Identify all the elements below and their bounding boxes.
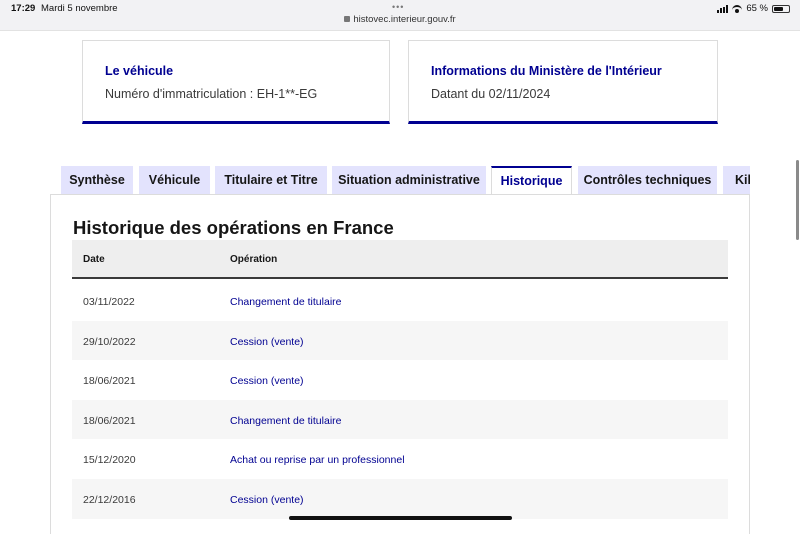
tab-synthese[interactable]: Synthèse xyxy=(61,166,133,195)
data-date: Datant du 02/11/2024 xyxy=(431,87,551,101)
row-operation-link[interactable]: Changement de titulaire xyxy=(230,296,342,308)
tab-situation-administrative[interactable]: Situation administrative xyxy=(332,166,486,195)
lock-icon xyxy=(344,16,351,22)
vehicle-card: Le véhicule Numéro d'immatriculation : E… xyxy=(82,40,390,124)
tab-titulaire[interactable]: Titulaire et Titre xyxy=(215,166,327,195)
row-date: 03/11/2022 xyxy=(83,296,135,308)
tab-historique[interactable]: Historique xyxy=(491,166,572,195)
row-date: 22/12/2016 xyxy=(83,494,136,506)
table-row: 18/06/2021 Changement de titulaire xyxy=(72,400,728,440)
url-text: histovec.interieur.gouv.fr xyxy=(353,14,456,25)
status-date: Mardi 5 novembre xyxy=(41,3,118,14)
battery-icon xyxy=(772,4,790,13)
home-indicator[interactable] xyxy=(289,516,512,520)
status-time: 17:29 xyxy=(11,3,36,14)
tab-kilometrage[interactable]: Kilométrage xyxy=(723,166,750,195)
status-icons: 65 % xyxy=(717,3,790,14)
row-operation-link[interactable]: Cession (vente) xyxy=(230,336,304,348)
ministry-card-title: Informations du Ministère de l'Intérieur xyxy=(431,64,662,78)
ministry-card: Informations du Ministère de l'Intérieur… xyxy=(408,40,718,124)
battery-percentage: 65 % xyxy=(746,3,768,14)
table-row: 18/06/2021 Cession (vente) xyxy=(72,360,728,400)
row-operation-link[interactable]: Cession (vente) xyxy=(230,375,304,387)
tab-vehicule[interactable]: Véhicule xyxy=(139,166,210,195)
row-date: 15/12/2020 xyxy=(83,454,136,466)
column-header-operation: Opération xyxy=(230,254,278,265)
registration-number: Numéro d'immatriculation : EH-1**-EG xyxy=(105,87,318,101)
tab-bar: Synthèse Véhicule Titulaire et Titre Sit… xyxy=(61,166,750,195)
table-row: 15/12/2020 Achat ou reprise par un profe… xyxy=(72,439,728,479)
tab-controles-techniques[interactable]: Contrôles techniques xyxy=(578,166,717,195)
cellular-signal-icon xyxy=(717,4,729,13)
status-bar: 17:29 Mardi 5 novembre ••• histovec.inte… xyxy=(0,0,800,31)
wifi-icon xyxy=(732,4,743,13)
table-row: 22/12/2016 Cession (vente) xyxy=(72,479,728,519)
vehicle-card-title: Le véhicule xyxy=(105,64,174,78)
row-operation-link[interactable]: Changement de titulaire xyxy=(230,415,342,427)
row-operation-link[interactable]: Achat ou reprise par un professionnel xyxy=(230,454,405,466)
table-row: 29/10/2022 Cession (vente) xyxy=(72,321,728,361)
scrollbar[interactable] xyxy=(796,160,799,240)
row-operation-link[interactable]: Cession (vente) xyxy=(230,494,304,506)
row-date: 18/06/2021 xyxy=(83,375,136,387)
address-bar[interactable]: histovec.interieur.gouv.fr xyxy=(0,14,800,25)
table-header: Date Opération xyxy=(72,240,728,279)
more-dots-icon[interactable]: ••• xyxy=(392,2,404,12)
section-title: Historique des opérations en France xyxy=(73,217,394,238)
battery-level xyxy=(774,6,783,11)
table-row: 03/11/2022 Changement de titulaire xyxy=(72,281,728,321)
column-header-date: Date xyxy=(83,254,105,265)
row-date: 18/06/2021 xyxy=(83,415,136,427)
row-date: 29/10/2022 xyxy=(83,336,136,348)
